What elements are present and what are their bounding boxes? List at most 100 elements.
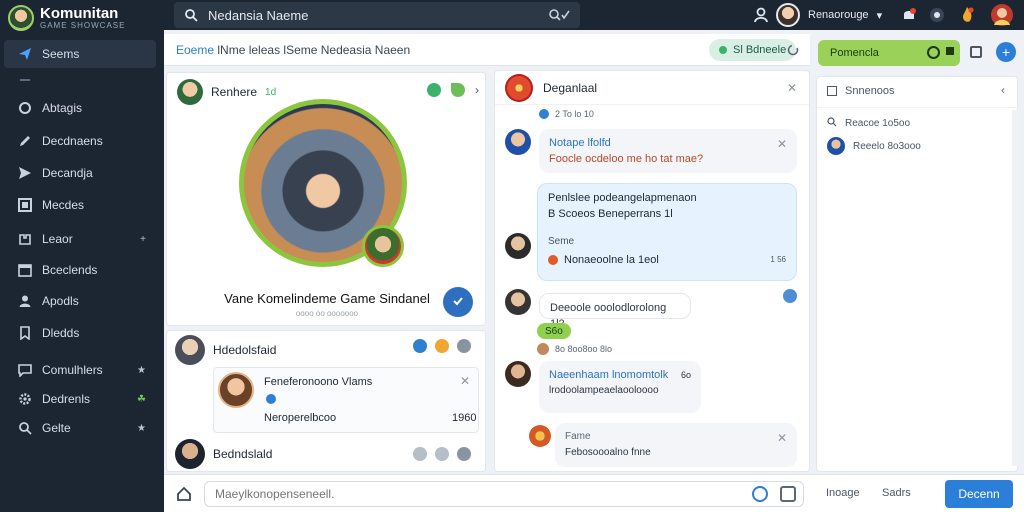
fire-icon[interactable] bbox=[958, 6, 976, 24]
home-icon[interactable] bbox=[176, 486, 192, 505]
chat-message[interactable]: Notape lfolfd Foocle ocdeloo me ho tat m… bbox=[539, 129, 797, 173]
page-title: Eoeme lNme leleas lSeme Nedeasia Naeen bbox=[176, 43, 410, 57]
brand[interactable]: Komunitan GAME SHOWCASE bbox=[8, 2, 125, 34]
sidebar: Komunitan GAME SHOWCASE Seems Abtagis De… bbox=[0, 0, 164, 512]
window-icon[interactable] bbox=[970, 46, 982, 58]
pen-icon bbox=[18, 134, 32, 148]
star-icon[interactable]: ★ bbox=[137, 423, 146, 434]
chat-message[interactable]: Naeenhaam lnomomtolk 6o lrodoolampeaelao… bbox=[539, 361, 701, 413]
clover-icon[interactable]: ☘ bbox=[137, 394, 146, 405]
sidebar-item-seems[interactable]: Seems bbox=[4, 40, 156, 68]
avatar bbox=[827, 137, 845, 155]
filter-chip[interactable]: Pomencla bbox=[818, 40, 960, 66]
right-list-item[interactable]: Reeelo 8o3ooo bbox=[827, 137, 921, 155]
profile-header-name: Renhere bbox=[211, 85, 258, 99]
app-subtitle: GAME SHOWCASE bbox=[40, 20, 126, 30]
card-text: Neroperelbcoo bbox=[264, 412, 337, 424]
sidebar-item-placeholder[interactable] bbox=[4, 66, 156, 94]
chat-message[interactable]: Fame Febosoooalno fnne bbox=[555, 423, 797, 467]
sidebar-item-decdnaens[interactable]: Decdnaens bbox=[4, 127, 156, 155]
list-card[interactable]: Feneferonoono Vlams ✕ Neroperelbcoo 1960 bbox=[213, 367, 479, 433]
clock-icon[interactable] bbox=[413, 447, 427, 461]
circle-icon bbox=[18, 101, 32, 115]
calendar-icon bbox=[18, 263, 32, 277]
avatar bbox=[505, 289, 531, 315]
avatar bbox=[218, 372, 254, 408]
add-icon[interactable]: + bbox=[140, 234, 146, 245]
scrollbar[interactable] bbox=[1012, 110, 1018, 466]
attach-icon[interactable] bbox=[780, 486, 796, 502]
fire-icon bbox=[548, 255, 558, 265]
add-button[interactable]: + bbox=[996, 42, 1016, 62]
bell-icon[interactable] bbox=[900, 6, 918, 24]
search-box[interactable] bbox=[174, 2, 580, 28]
avatar bbox=[177, 79, 203, 105]
sidebar-item-dedrenls[interactable]: Dedrenls ☘ bbox=[4, 385, 156, 413]
profile-avatar[interactable] bbox=[990, 3, 1014, 27]
refresh-icon[interactable] bbox=[786, 43, 800, 60]
list-item[interactable]: Hdedolsfaid bbox=[175, 335, 276, 365]
emoji-icon[interactable] bbox=[435, 339, 449, 353]
chat-message[interactable]: Penlslee podeangelapmenaon B Scoeos Bene… bbox=[537, 183, 797, 281]
sidebar-item-bceclends[interactable]: Bceclends bbox=[4, 256, 156, 284]
list-icon bbox=[827, 86, 837, 96]
reaction-tag[interactable]: S6o bbox=[537, 323, 571, 339]
chat-date: 2 To lo 10 bbox=[539, 109, 594, 119]
sidebar-item-mecdes[interactable]: Mecdes bbox=[4, 191, 156, 219]
close-icon[interactable]: ✕ bbox=[777, 431, 787, 445]
hero-badge-avatar bbox=[362, 225, 404, 267]
sidebar-item-abtagis[interactable]: Abtagis bbox=[4, 94, 156, 122]
sidebar-item-leaor[interactable]: Leaor + bbox=[4, 225, 156, 253]
user-icon bbox=[18, 294, 32, 308]
sidebar-item-label: Decandja bbox=[42, 166, 93, 180]
reaction-line: 8o 8oo8oo 8lo bbox=[537, 343, 612, 355]
leaf-icon[interactable] bbox=[451, 83, 465, 97]
profile-actions: › bbox=[427, 83, 479, 97]
chat-date-label: 2 To lo 10 bbox=[555, 109, 594, 119]
list-item[interactable]: Bedndslald bbox=[175, 439, 272, 469]
chat-panel: Deganlaal ✕ 2 To lo 10 Notape lfolfd Foo… bbox=[494, 70, 810, 472]
sidebar-item-apodls[interactable]: Apodls bbox=[4, 287, 156, 315]
status-label: Sl Bdneele bbox=[733, 44, 787, 56]
inbox-icon bbox=[18, 232, 32, 246]
star-icon[interactable]: ★ bbox=[137, 365, 146, 376]
avatar bbox=[505, 361, 531, 387]
close-icon[interactable]: ✕ bbox=[787, 81, 797, 95]
bookmark-icon bbox=[18, 326, 32, 340]
search-input[interactable] bbox=[208, 7, 538, 23]
emoji-icon[interactable] bbox=[435, 447, 449, 461]
message-input[interactable] bbox=[204, 481, 804, 507]
status-dot bbox=[719, 46, 727, 54]
chevron-left-icon[interactable]: ‹ bbox=[1001, 83, 1005, 97]
status-badge[interactable]: Sl Bdneele bbox=[709, 39, 797, 61]
verified-icon[interactable] bbox=[427, 83, 441, 97]
avatar bbox=[776, 3, 800, 27]
send-button[interactable]: Decenn bbox=[945, 480, 1013, 508]
close-icon[interactable]: ✕ bbox=[777, 137, 787, 151]
sidebar-item-comulhlers[interactable]: Comulhlers ★ bbox=[4, 356, 156, 384]
more-icon[interactable] bbox=[457, 447, 471, 461]
app-name: Komunitan bbox=[40, 4, 119, 22]
sidebar-item-decandja[interactable]: Decandja bbox=[4, 159, 156, 187]
sidebar-item-dledds[interactable]: Dledds bbox=[4, 319, 156, 347]
confirm-button[interactable] bbox=[443, 287, 473, 317]
close-icon[interactable]: ✕ bbox=[460, 374, 470, 388]
user-menu[interactable]: Renaorouge ▾ bbox=[776, 2, 882, 28]
emoji-icon[interactable] bbox=[752, 486, 768, 502]
sidebar-item-label: Seems bbox=[42, 47, 80, 61]
profile-header[interactable]: Renhere 1d bbox=[177, 79, 276, 105]
right-list-item[interactable]: Reacoe 1o5oo bbox=[827, 117, 910, 130]
profile-name: Vane Komelindeme Game Sindanel bbox=[224, 291, 430, 306]
share-icon[interactable] bbox=[783, 289, 797, 303]
more-icon[interactable] bbox=[457, 339, 471, 353]
share-button[interactable]: Sadrs bbox=[882, 487, 911, 499]
user-icon[interactable] bbox=[752, 6, 770, 24]
chat-message[interactable]: Deeoole ooolodlorolong 1l2 bbox=[539, 293, 691, 330]
sidebar-item-gelte[interactable]: Gelte ★ bbox=[4, 414, 156, 442]
image-button[interactable]: Inoage bbox=[826, 487, 860, 499]
settings-icon[interactable] bbox=[928, 6, 946, 24]
voice-search-icon[interactable] bbox=[548, 8, 570, 22]
message-label: Seme bbox=[548, 236, 575, 247]
chevron-right-icon[interactable]: › bbox=[475, 83, 479, 97]
like-icon[interactable] bbox=[413, 339, 427, 353]
